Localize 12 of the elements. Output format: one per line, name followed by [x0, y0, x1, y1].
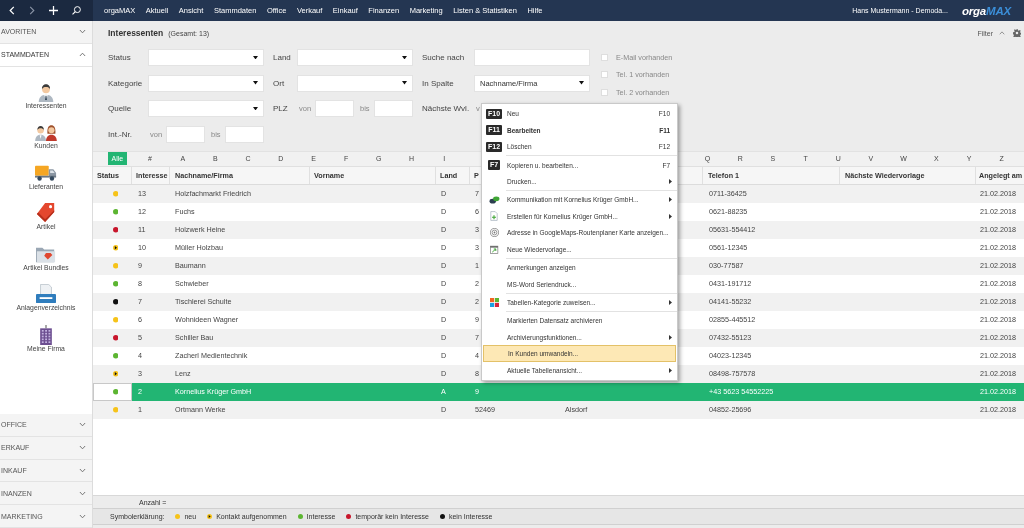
- field-label: Land: [273, 52, 291, 64]
- field-label: In Spalte: [422, 77, 454, 90]
- field-label: Suche nach: [422, 52, 465, 64]
- field-label: Kategorie: [108, 77, 143, 90]
- field-label: Int.-Nr.: [108, 128, 132, 141]
- field-label: Status: [108, 52, 131, 64]
- logo: orgaMAX: [961, 4, 1011, 17]
- field-label: Ort: [273, 77, 285, 90]
- field-label: PLZ: [273, 103, 288, 116]
- field-label: Quelle: [108, 103, 132, 116]
- field-label: Nächste Wvl.: [422, 103, 470, 116]
- page-title: Interessenten: [108, 28, 164, 38]
